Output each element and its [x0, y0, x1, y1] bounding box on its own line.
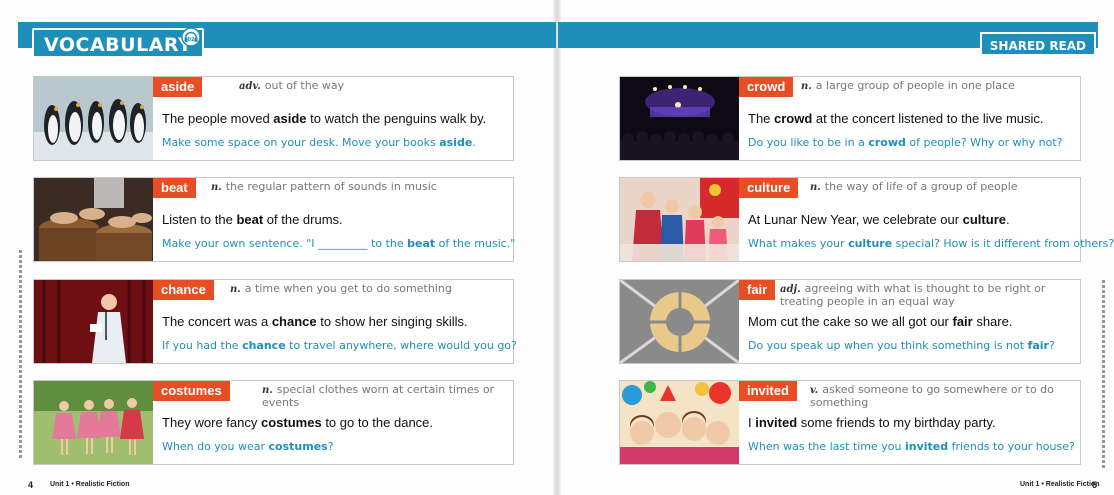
vocab-definition: adj. agreeing with what is thought to be … — [780, 282, 1046, 308]
vocab-card-aside: aside adv. out of the way The people move… — [33, 76, 514, 161]
photo-credits-right — [1102, 280, 1105, 470]
unit-label-right: Unit 1 • Realistic Fiction — [1020, 481, 1100, 488]
example-sentence: At Lunar New Year, we celebrate our cult… — [748, 212, 1010, 227]
discussion-prompt: When was the last time you invited frien… — [748, 440, 1075, 453]
discussion-prompt: Make your own sentence. "I _________ to … — [162, 237, 516, 250]
vocab-card-costumes: costumes n. special clothes worn at certa… — [33, 380, 514, 465]
vocab-card-chance: chance n. a time when you get to do somet… — [33, 279, 517, 364]
vocab-card-invited: invited v. asked someone to go somewhere … — [619, 380, 1081, 465]
discussion-prompt: If you had the chance to travel anywhere… — [162, 339, 517, 352]
example-sentence: I invited some friends to my birthday pa… — [748, 415, 996, 430]
headphones-audio-icon[interactable]: 02 — [181, 27, 201, 47]
photo-penguins — [34, 77, 153, 160]
vocab-definition: n. special clothes worn at certain times … — [262, 383, 495, 409]
page-number-left: 4 — [28, 480, 34, 490]
photo-drums — [34, 178, 153, 261]
example-sentence: They wore fancy costumes to go to the da… — [162, 415, 434, 430]
book-gutter — [553, 0, 561, 495]
vocab-definition: n. the regular pattern of sounds in music — [211, 180, 437, 194]
page-title-vocabulary: VOCABULARY — [32, 28, 205, 58]
page-number-right: 5 — [1092, 480, 1098, 490]
example-sentence: Listen to the beat of the drums. — [162, 212, 343, 227]
discussion-prompt: Make some space on your desk. Move your … — [162, 136, 476, 149]
vocab-word: costumes — [153, 381, 230, 401]
vocab-definition: n. the way of life of a group of people — [810, 180, 1018, 194]
vocab-definition: n. a large group of people in one place — [801, 79, 1015, 93]
vocab-definition: adv. out of the way — [239, 79, 345, 93]
vocab-word: chance — [153, 280, 214, 300]
vocab-word: crowd — [739, 77, 794, 97]
example-sentence: The crowd at the concert listened to the… — [748, 111, 1044, 126]
page-title-shared-read: SHARED READ — [979, 32, 1096, 56]
photo-singer — [34, 280, 153, 363]
vocab-word: aside — [153, 77, 203, 97]
vocab-card-beat: beat n. the regular pattern of sounds in … — [33, 177, 516, 262]
vocab-card-crowd: crowd n. a large group of people in one p… — [619, 76, 1081, 161]
vocab-definition: n. a time when you get to do something — [230, 282, 452, 296]
vocab-card-fair: fair adj. agreeing with what is thought t… — [619, 279, 1081, 364]
discussion-prompt: Do you speak up when you think something… — [748, 339, 1055, 352]
example-sentence: The people moved aside to watch the peng… — [162, 111, 487, 126]
vocab-word: fair — [739, 280, 776, 300]
discussion-prompt: When do you wear costumes? — [162, 440, 334, 453]
photo-party — [620, 381, 739, 464]
audio-badge-number: 02 — [188, 37, 195, 43]
vocab-word: beat — [153, 178, 196, 198]
unit-label-left: Unit 1 • Realistic Fiction — [50, 481, 130, 488]
vocab-word: culture — [739, 178, 799, 198]
photo-cake — [620, 280, 739, 363]
example-sentence: The concert was a chance to show her sin… — [162, 314, 468, 329]
example-sentence: Mom cut the cake so we all got our fair … — [748, 314, 1013, 329]
vocab-definition: v. asked someone to go somewhere or to do… — [810, 383, 1054, 409]
vocab-card-culture: culture n. the way of life of a group of … — [619, 177, 1114, 262]
vocab-word: invited — [739, 381, 797, 401]
discussion-prompt: Do you like to be in a crowd of people? … — [748, 136, 1063, 149]
photo-dancers — [34, 381, 153, 464]
photo-concert — [620, 77, 739, 160]
photo-credits-left — [19, 250, 22, 460]
photo-family — [620, 178, 739, 261]
discussion-prompt: What makes your culture special? How is … — [748, 237, 1114, 250]
